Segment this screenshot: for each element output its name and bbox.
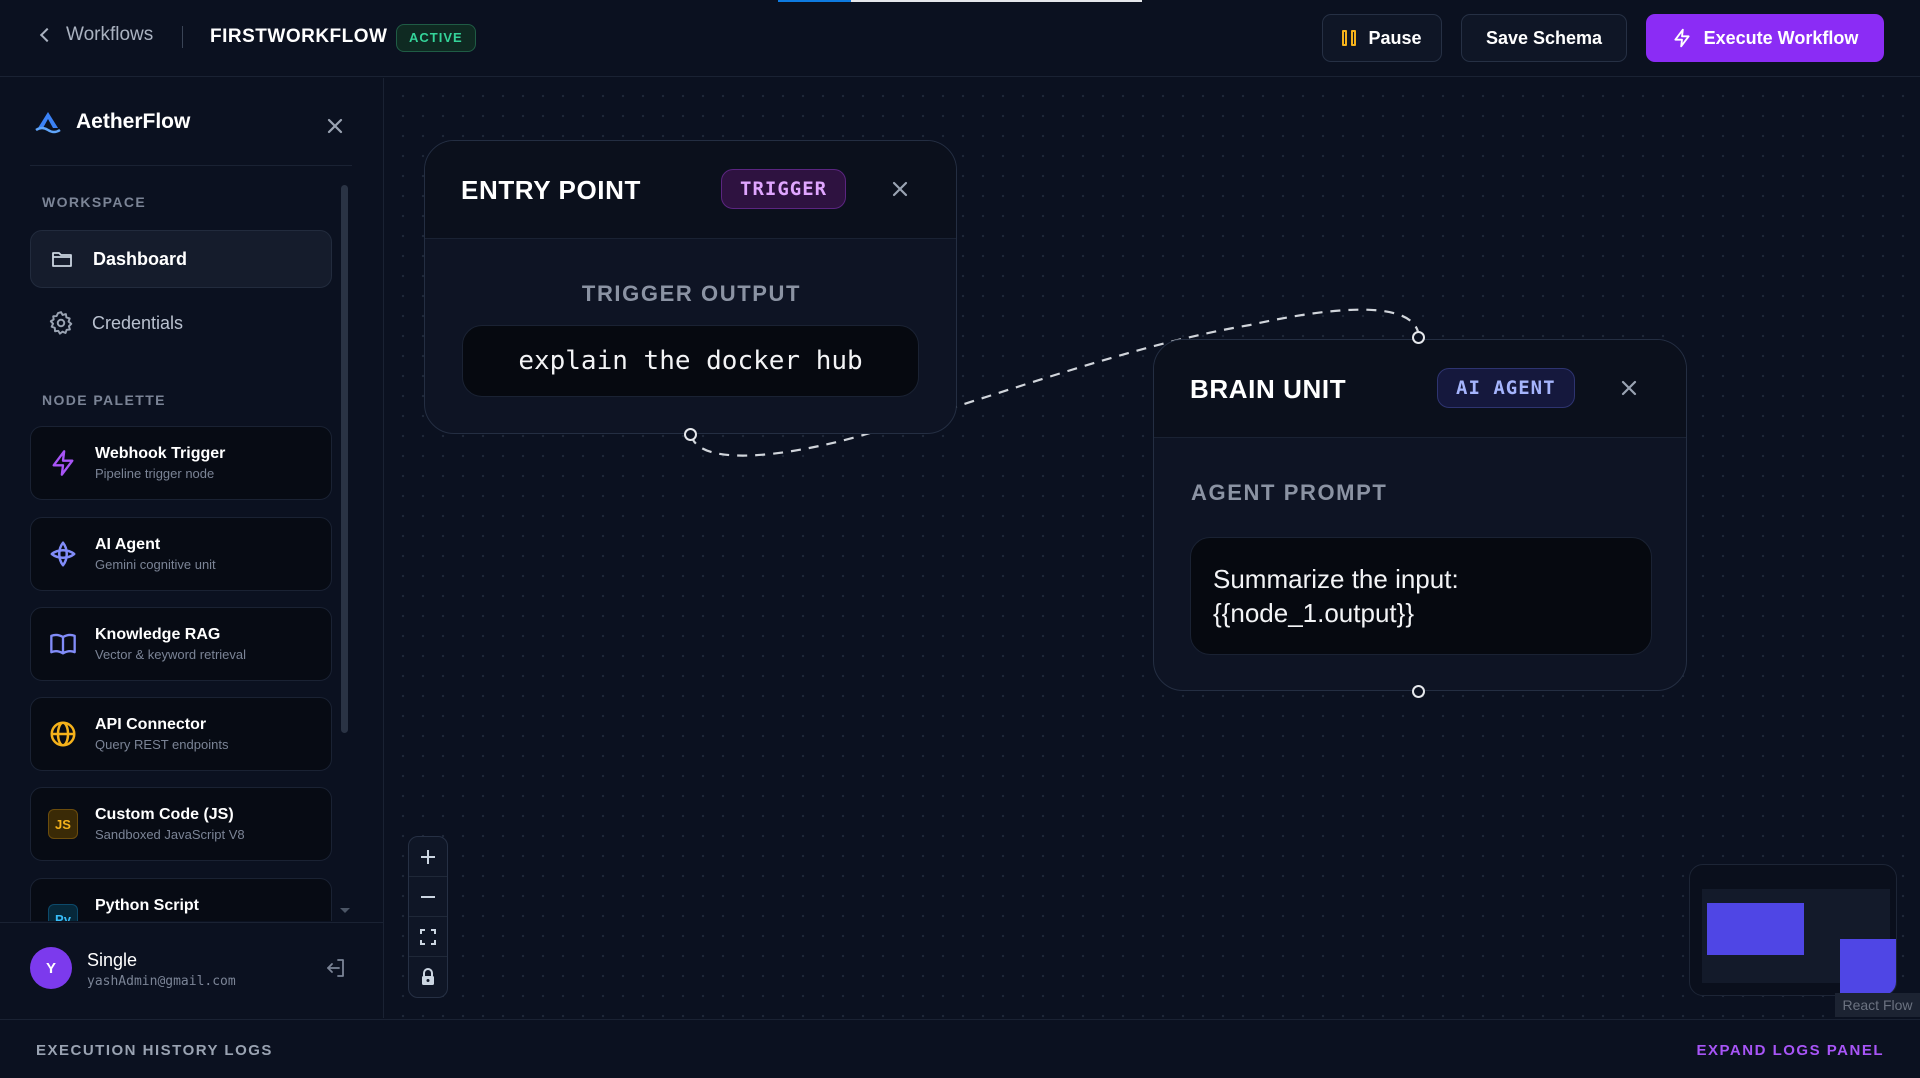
node-title: ENTRY POINT — [461, 175, 641, 205]
entry-output-handle[interactable] — [684, 428, 697, 441]
palette-item-knowledge-rag[interactable]: Knowledge RAG Vector & keyword retrieval — [30, 607, 332, 681]
gear-icon — [49, 311, 73, 335]
ai-agent-badge: AI AGENT — [1437, 368, 1575, 408]
status-badge: ACTIVE — [396, 24, 476, 52]
plus-icon — [421, 849, 435, 864]
sidebar-item-label: Dashboard — [93, 248, 188, 269]
fit-view-icon — [420, 928, 436, 945]
palette-item-python-script[interactable]: Py Python Script — [30, 878, 332, 921]
user-divider — [0, 922, 384, 923]
minimap-node — [1707, 903, 1804, 955]
palette-item-subtitle: Sandboxed JavaScript V8 — [95, 827, 245, 842]
scroll-down-arrow-icon[interactable] — [340, 908, 350, 913]
brand-name: AetherFlow — [76, 110, 191, 133]
workspace-section-title: WORKSPACE — [42, 194, 147, 210]
lightning-icon — [1674, 28, 1690, 48]
pause-label: Pause — [1368, 27, 1422, 48]
lightning-icon — [52, 450, 74, 476]
sidebar-item-dashboard[interactable]: Dashboard — [30, 230, 332, 288]
palette-item-webhook-trigger[interactable]: Webhook Trigger Pipeline trigger node — [30, 426, 332, 500]
brand-divider — [30, 165, 352, 166]
close-sidebar-icon[interactable] — [323, 114, 347, 138]
pause-button[interactable]: Pause — [1322, 14, 1442, 62]
node-header: ENTRY POINT TRIGGER — [425, 141, 956, 239]
execution-history-title: EXECUTION HISTORY LOGS — [36, 1042, 273, 1059]
trigger-badge: TRIGGER — [721, 169, 847, 209]
agent-prompt-field[interactable]: Summarize the input: {{node_1.output}} — [1190, 537, 1652, 655]
fit-view-button[interactable] — [409, 917, 447, 957]
aetherflow-logo-icon — [35, 112, 61, 134]
zoom-out-button[interactable] — [409, 877, 447, 917]
zoom-in-button[interactable] — [409, 837, 447, 877]
prompt-line: Summarize the input: — [1213, 564, 1459, 594]
prompt-line: {{node_1.output}} — [1213, 598, 1415, 628]
close-icon[interactable] — [888, 177, 912, 201]
brand: AetherFlow — [34, 108, 190, 136]
progress-fill — [778, 0, 851, 2]
logs-footer: EXECUTION HISTORY LOGS EXPAND LOGS PANEL — [0, 1019, 1920, 1078]
avatar[interactable]: Y — [30, 947, 72, 989]
save-schema-button[interactable]: Save Schema — [1461, 14, 1627, 62]
trigger-output-field[interactable]: explain the docker hub — [462, 325, 919, 397]
sidebar-item-credentials[interactable]: Credentials — [30, 294, 332, 352]
node-header: BRAIN UNIT AI AGENT — [1154, 340, 1686, 438]
globe-icon — [50, 721, 76, 747]
palette-item-title: Webhook Trigger — [95, 445, 226, 462]
user-email: yashAdmin@gmail.com — [87, 974, 236, 989]
brain-output-handle[interactable] — [1412, 685, 1425, 698]
sidebar-content: AetherFlow WORKSPACE Dashboard Credentia… — [0, 0, 384, 921]
palette-item-custom-code-js[interactable]: JS Custom Code (JS) Sandboxed JavaScript … — [30, 787, 332, 861]
user-name: Single — [87, 950, 138, 970]
brain-unit-node[interactable]: BRAIN UNIT AI AGENT AGENT PROMPT Summari… — [1153, 339, 1687, 691]
palette-item-title: Knowledge RAG — [95, 626, 221, 643]
palette-item-api-connector[interactable]: API Connector Query REST endpoints — [30, 697, 332, 771]
lock-button[interactable] — [409, 957, 447, 997]
palette-item-subtitle: Pipeline trigger node — [95, 466, 215, 481]
palette-item-title: Python Script — [95, 897, 200, 914]
brain-icon — [50, 541, 76, 567]
palette-item-title: API Connector — [95, 716, 207, 733]
canvas-controls — [408, 836, 448, 998]
js-icon: JS — [48, 809, 78, 839]
logout-icon[interactable] — [324, 956, 348, 980]
book-icon — [50, 633, 76, 655]
palette-item-title: Custom Code (JS) — [95, 806, 234, 823]
minimap-node — [1840, 939, 1896, 995]
lock-icon — [422, 968, 434, 985]
palette-item-subtitle: Query REST endpoints — [95, 737, 229, 752]
folder-icon — [52, 252, 72, 267]
react-flow-attribution[interactable]: React Flow — [1835, 993, 1920, 1017]
node-palette-section-title: NODE PALETTE — [42, 392, 166, 408]
execute-workflow-button[interactable]: Execute Workflow — [1646, 14, 1884, 62]
palette-item-ai-agent[interactable]: AI Agent Gemini cognitive unit — [30, 517, 332, 591]
node-title: BRAIN UNIT — [1190, 374, 1347, 404]
sidebar-scrollbar[interactable] — [341, 185, 348, 733]
execute-label: Execute Workflow — [1703, 27, 1859, 48]
palette-item-subtitle: Vector & keyword retrieval — [95, 647, 247, 662]
close-icon[interactable] — [1617, 376, 1641, 400]
agent-prompt-label: AGENT PROMPT — [1191, 480, 1388, 505]
palette-item-subtitle: Gemini cognitive unit — [95, 557, 216, 572]
trigger-output-label: TRIGGER OUTPUT — [581, 281, 802, 306]
expand-logs-button[interactable]: EXPAND LOGS PANEL — [1697, 1042, 1884, 1059]
brain-input-handle[interactable] — [1412, 331, 1425, 344]
sidebar-item-label: Credentials — [92, 312, 184, 333]
minus-icon — [421, 895, 435, 898]
python-icon: Py — [48, 904, 78, 921]
pause-icon — [1342, 30, 1357, 46]
minimap[interactable] — [1689, 864, 1897, 996]
entry-point-node[interactable]: ENTRY POINT TRIGGER TRIGGER OUTPUT expla… — [424, 140, 957, 434]
palette-item-title: AI Agent — [95, 536, 161, 553]
